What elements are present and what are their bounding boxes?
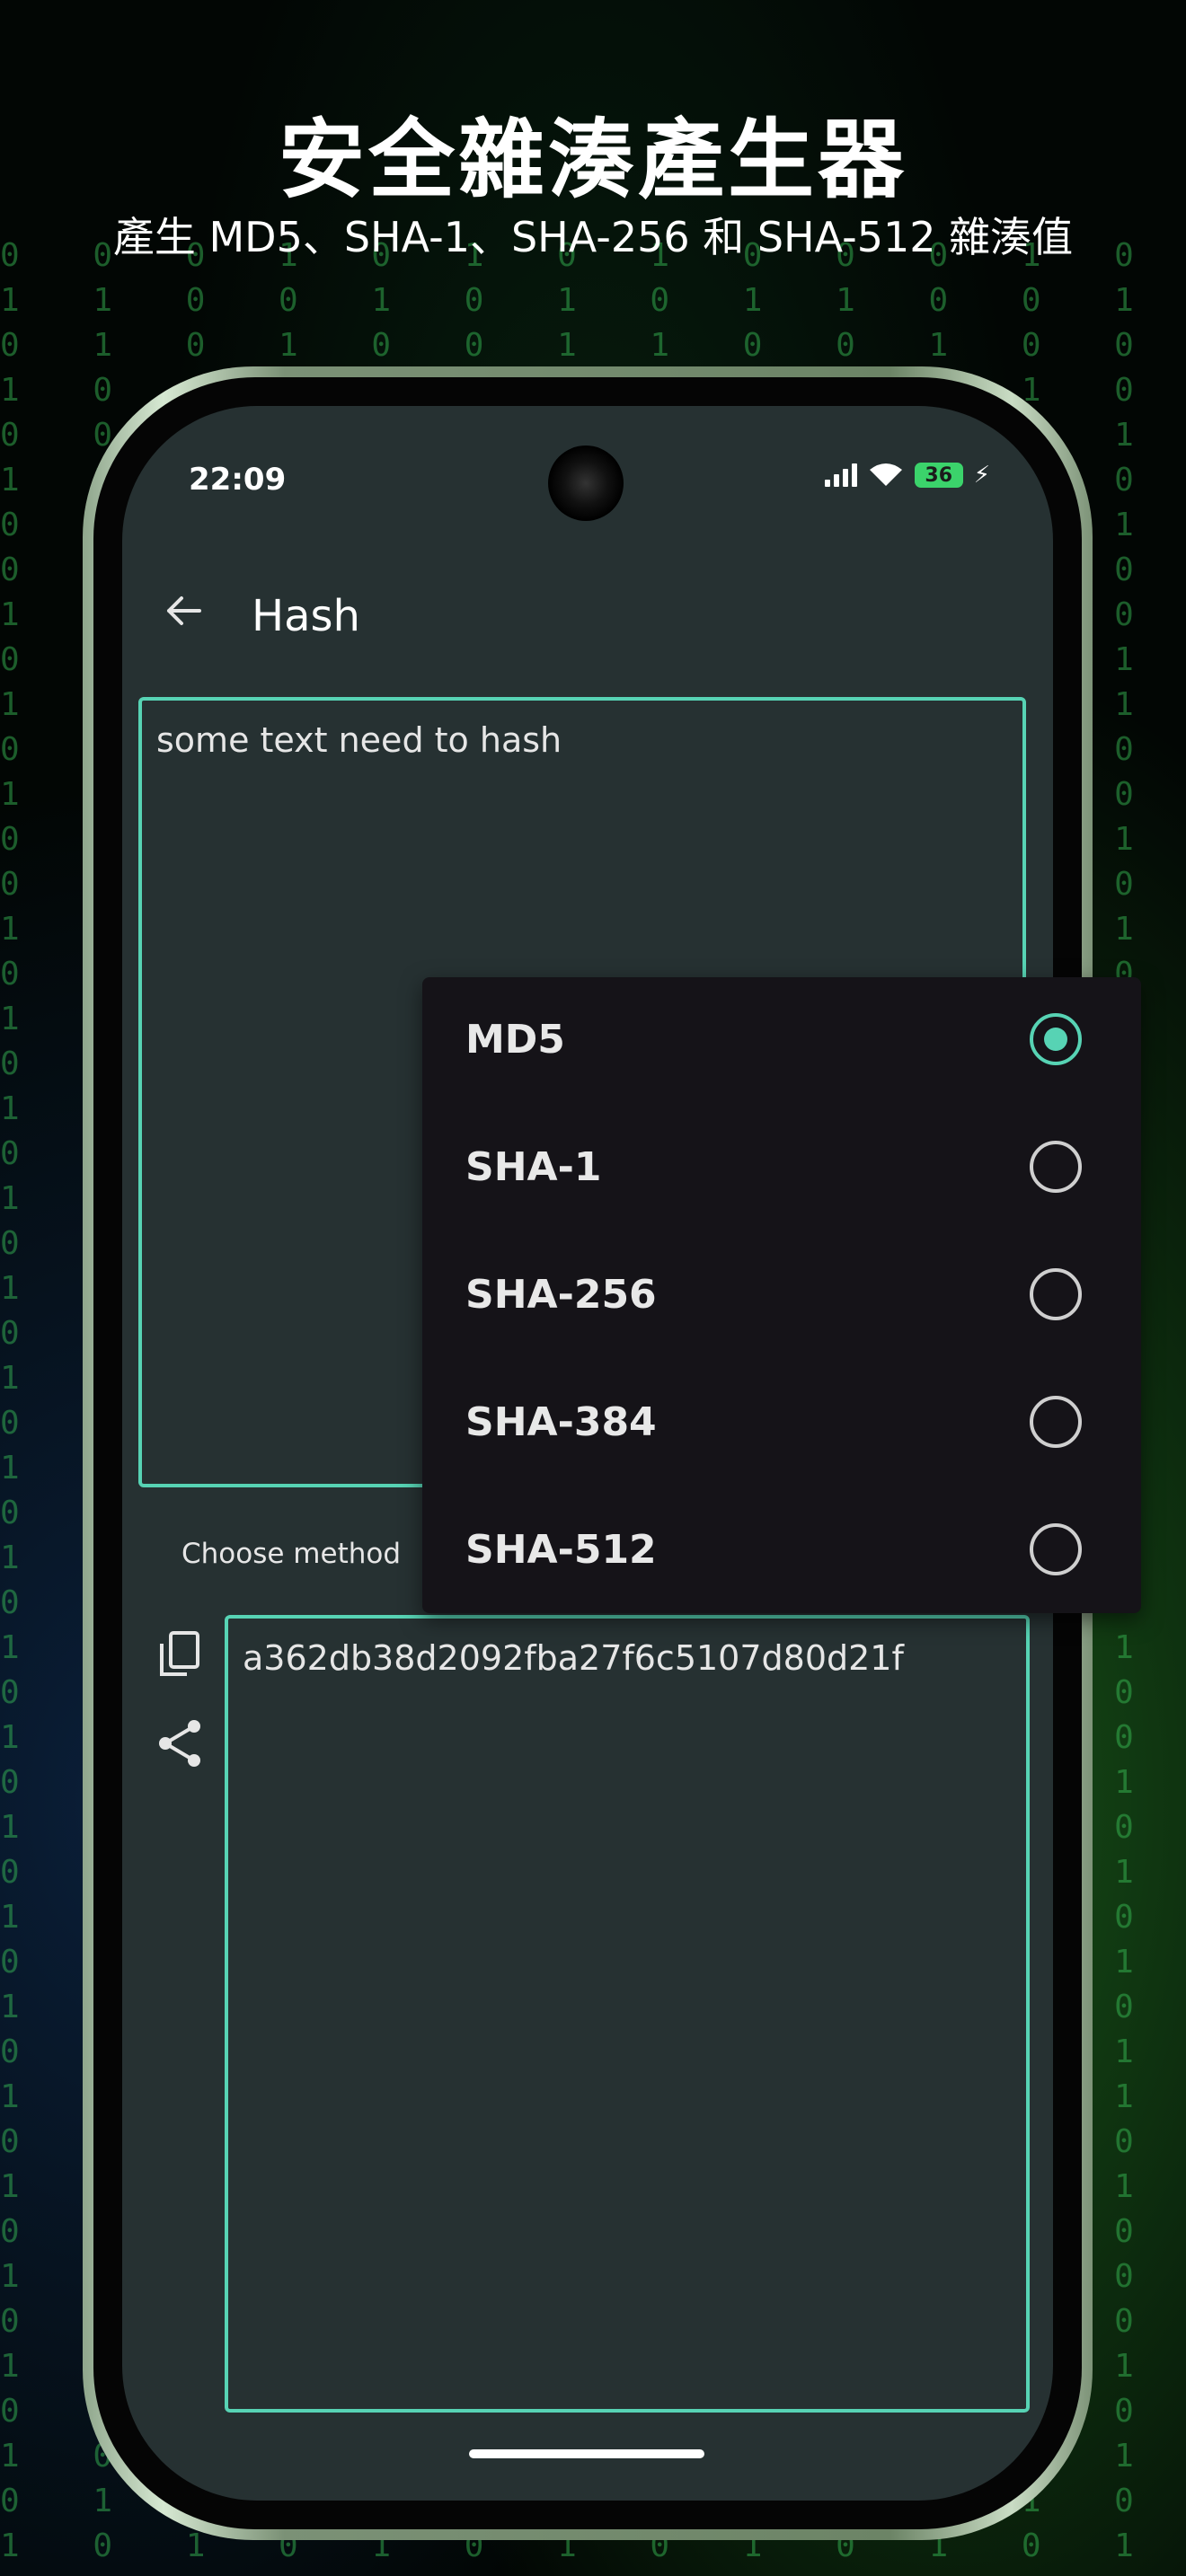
hash-input-value: some text need to hash	[156, 720, 562, 760]
method-option-sha256[interactable]: SHA-256	[422, 1232, 1141, 1360]
radio-selected-icon[interactable]	[1030, 1013, 1082, 1065]
hash-output-value: a362db38d2092fba27f6c5107d80d21f	[243, 1638, 904, 1678]
copy-icon[interactable]	[156, 1629, 203, 1680]
signal-icon	[824, 463, 857, 487]
radio-unselected-icon[interactable]	[1030, 1523, 1082, 1575]
wifi-icon	[869, 463, 902, 486]
charging-icon: ⚡	[973, 462, 990, 489]
battery-icon: 36	[914, 463, 963, 488]
status-icons: 36 ⚡	[824, 462, 990, 489]
back-arrow-icon[interactable]	[158, 586, 208, 636]
method-option-sha1[interactable]: SHA-1	[422, 1105, 1141, 1232]
method-option-label: MD5	[465, 1017, 565, 1063]
method-option-label: SHA-1	[465, 1144, 602, 1190]
home-indicator[interactable]	[469, 2449, 704, 2458]
hash-output-field[interactable]: a362db38d2092fba27f6c5107d80d21f	[225, 1615, 1030, 2413]
choose-method-label[interactable]: Choose method	[181, 1538, 401, 1570]
method-option-label: SHA-384	[465, 1399, 657, 1445]
method-option-sha384[interactable]: SHA-384	[422, 1360, 1141, 1487]
radio-unselected-icon[interactable]	[1030, 1268, 1082, 1320]
radio-unselected-icon[interactable]	[1030, 1396, 1082, 1448]
status-time: 22:09	[189, 462, 287, 498]
method-option-md5[interactable]: MD5	[422, 977, 1141, 1105]
method-option-label: SHA-256	[465, 1272, 657, 1318]
method-dropdown-menu: MD5 SHA-1 SHA-256 SHA-384 SHA-512	[422, 977, 1141, 1613]
app-bar-title: Hash	[252, 591, 360, 641]
share-icon[interactable]	[156, 1717, 205, 1769]
method-option-sha512[interactable]: SHA-512	[422, 1487, 1141, 1615]
promo-headline: 安全雜湊產生器	[279, 110, 907, 210]
promo-subline: 產生 MD5、SHA-1、SHA-256 和 SHA-512 雜湊值	[112, 213, 1074, 261]
front-camera	[548, 446, 624, 521]
radio-unselected-icon[interactable]	[1030, 1141, 1082, 1193]
method-option-label: SHA-512	[465, 1527, 657, 1573]
